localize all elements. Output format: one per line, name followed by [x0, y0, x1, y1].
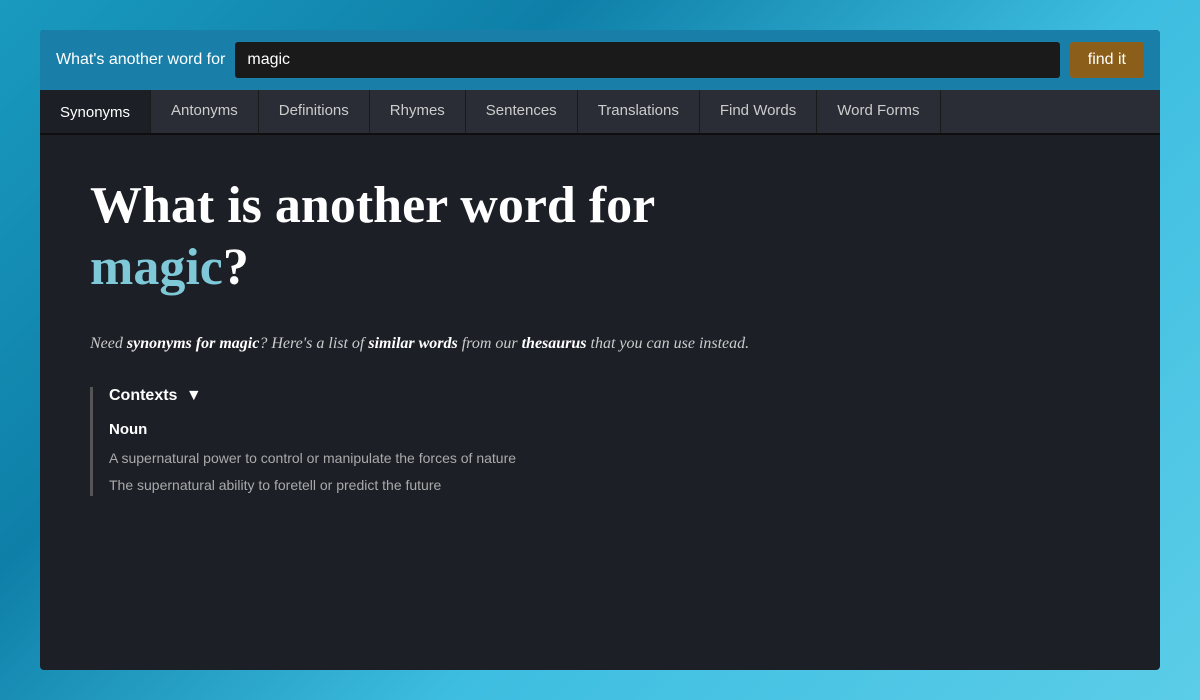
contexts-section: Contexts ▼ Noun A supernatural power to …: [90, 387, 1110, 496]
noun-label: Noun: [109, 421, 1110, 438]
find-button[interactable]: find it: [1070, 42, 1144, 78]
context-item-2: The supernatural ability to foretell or …: [109, 475, 1110, 496]
search-input[interactable]: [235, 42, 1059, 78]
header-bar: What's another word for find it: [40, 30, 1160, 90]
tab-bar: Synonyms Antonyms Definitions Rhymes Sen…: [40, 90, 1160, 135]
tab-sentences[interactable]: Sentences: [466, 90, 578, 133]
title-punctuation: ?: [223, 239, 249, 296]
tab-word-forms[interactable]: Word Forms: [817, 90, 940, 133]
contexts-header[interactable]: Contexts ▼: [109, 387, 1110, 405]
page-title: What is another word for magic?: [90, 175, 1110, 300]
tab-synonyms[interactable]: Synonyms: [40, 90, 151, 133]
search-label: What's another word for: [56, 51, 225, 69]
tab-definitions[interactable]: Definitions: [259, 90, 370, 133]
context-item-1: A supernatural power to control or manip…: [109, 448, 1110, 469]
title-word: magic: [90, 239, 223, 296]
title-prefix: What is another word for: [90, 177, 655, 234]
contexts-label: Contexts: [109, 387, 177, 404]
main-container: What's another word for find it Synonyms…: [40, 30, 1160, 670]
tab-antonyms[interactable]: Antonyms: [151, 90, 259, 133]
description-text: Need synonyms for magic? Here's a list o…: [90, 330, 1110, 357]
tab-find-words[interactable]: Find Words: [700, 90, 817, 133]
tab-rhymes[interactable]: Rhymes: [370, 90, 466, 133]
contexts-arrow-icon: ▼: [186, 387, 202, 405]
tab-translations[interactable]: Translations: [578, 90, 700, 133]
content-area: What is another word for magic? Need syn…: [40, 135, 1160, 670]
